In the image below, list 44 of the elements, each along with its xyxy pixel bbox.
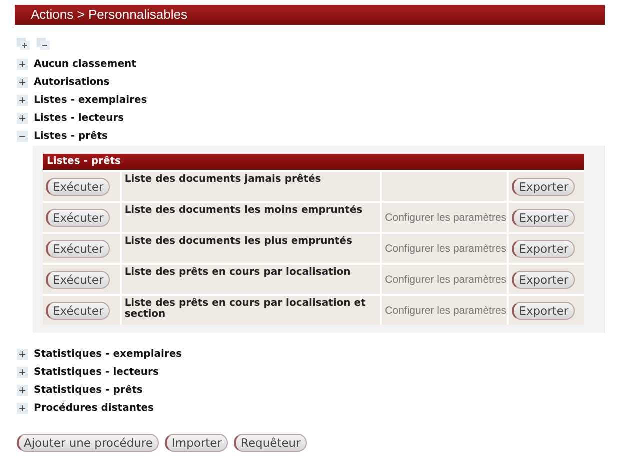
expand-icon[interactable] xyxy=(17,348,28,360)
expand-icon[interactable] xyxy=(17,58,28,70)
group-label[interactable]: Statistiques - prêts xyxy=(34,384,143,396)
group-label[interactable]: Statistiques - exemplaires xyxy=(34,348,182,360)
collapse-icon[interactable] xyxy=(17,130,28,142)
action-button[interactable]: Importer xyxy=(165,434,228,452)
export-button[interactable]: Exporter xyxy=(512,240,575,258)
group-label[interactable]: Procédures distantes xyxy=(34,402,154,414)
group-label[interactable]: Statistiques - lecteurs xyxy=(34,366,159,378)
procedure-name: Liste des documents jamais prêtés xyxy=(122,172,380,201)
expand-all-icon[interactable] xyxy=(17,38,31,51)
procedure-name: Liste des documents les moins empruntés xyxy=(122,203,380,232)
collapse-all-icon[interactable] xyxy=(37,38,51,51)
procedure-name: Liste des documents les plus empruntés xyxy=(122,234,380,263)
action-button[interactable]: Ajouter une procédure xyxy=(17,434,160,452)
configure-link[interactable]: Configurer les paramètres xyxy=(385,274,507,286)
execute-button[interactable]: Exécuter xyxy=(46,209,110,227)
export-button[interactable]: Exporter xyxy=(512,302,575,320)
execute-button[interactable]: Exécuter xyxy=(46,302,110,320)
execute-button[interactable]: Exécuter xyxy=(46,240,110,258)
expand-icon[interactable] xyxy=(17,402,28,414)
group-label[interactable]: Autorisations xyxy=(34,76,110,88)
execute-button[interactable]: Exécuter xyxy=(46,271,110,289)
procedure-name: Liste des prêts en cours par localisation xyxy=(122,265,380,294)
configure-link[interactable]: Configurer les paramètres xyxy=(385,212,507,224)
export-button[interactable]: Exporter xyxy=(512,209,575,227)
group-label[interactable]: Listes - lecteurs xyxy=(34,112,124,124)
execute-button[interactable]: Exécuter xyxy=(46,178,110,196)
configure-link[interactable]: Configurer les paramètres xyxy=(385,305,507,317)
export-button[interactable]: Exporter xyxy=(512,178,575,196)
expand-icon[interactable] xyxy=(17,94,28,106)
group-label[interactable]: Aucun classement xyxy=(34,58,136,70)
expand-icon[interactable] xyxy=(17,76,28,88)
expand-icon[interactable] xyxy=(17,366,28,378)
section-header: Actions > Personnalisables xyxy=(15,5,605,25)
expand-icon[interactable] xyxy=(17,384,28,396)
group-label[interactable]: Listes - exemplaires xyxy=(34,94,148,106)
procedure-name: Liste des prêts en cours par localisation et section xyxy=(122,296,380,325)
expand-icon[interactable] xyxy=(17,112,28,124)
action-button[interactable]: Requêteur xyxy=(234,434,307,452)
table-header: Listes - prêts xyxy=(43,154,584,170)
group-label[interactable]: Listes - prêts xyxy=(34,130,108,142)
configure-link[interactable]: Configurer les paramètres xyxy=(385,243,507,255)
export-button[interactable]: Exporter xyxy=(512,271,575,289)
